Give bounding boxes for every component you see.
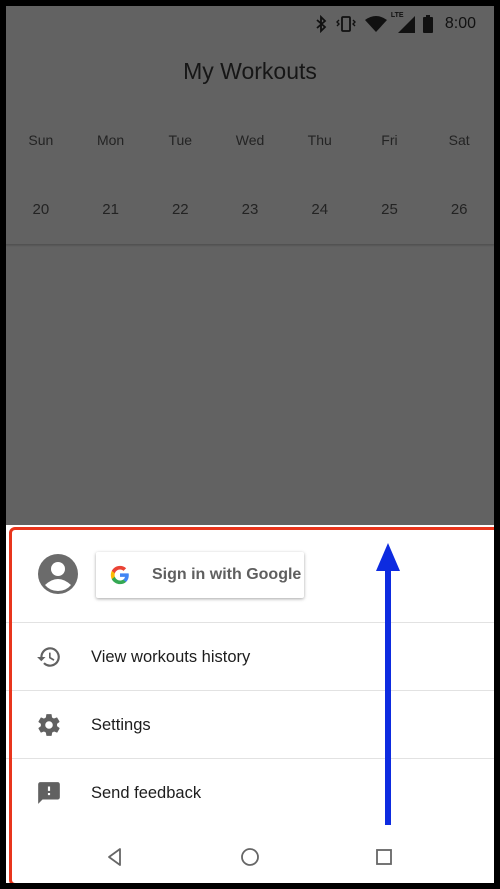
calendar-day[interactable]: 21 [76, 201, 146, 218]
menu-item-settings[interactable]: Settings [6, 690, 494, 759]
calendar-divider [6, 244, 494, 247]
menu-item-label: Settings [91, 715, 151, 734]
google-sign-in-button[interactable]: Sign in with Google [96, 552, 304, 598]
calendar-day[interactable]: 22 [145, 201, 215, 218]
weekday-label: Tue [168, 132, 193, 148]
menu-item-label: View workouts history [91, 647, 251, 666]
home-icon[interactable] [239, 846, 261, 868]
weekday-header: Sun Mon Tue Wed Thu Fri Sat [6, 132, 494, 148]
vibrate-icon [335, 16, 356, 32]
google-logo-icon [110, 565, 129, 585]
week-dates: 20 21 22 23 24 25 26 [6, 201, 494, 218]
swipe-up-arrow-icon [376, 543, 400, 825]
feedback-icon [38, 782, 60, 804]
bluetooth-icon [316, 15, 327, 33]
history-icon [37, 647, 60, 667]
status-icons: LTE 8:00 [315, 12, 476, 34]
clock: 8:00 [444, 15, 476, 32]
status-bar: LTE 8:00 [6, 6, 494, 42]
weekday-label: Mon [96, 132, 125, 148]
calendar-day[interactable]: 26 [424, 201, 494, 218]
bottom-sheet: Sign in with Google View workouts histor… [6, 525, 494, 883]
calendar-day[interactable]: 20 [6, 201, 76, 218]
cell-signal-icon: LTE [391, 12, 415, 33]
phone-screen: LTE 8:00 My Workouts Sun Mon Tue Wed Thu… [6, 6, 494, 883]
recents-icon[interactable] [373, 846, 395, 868]
menu-item-label: Send feedback [91, 783, 202, 802]
wifi-icon [364, 16, 387, 32]
calendar-day[interactable]: 24 [285, 201, 355, 218]
page-title: My Workouts [183, 58, 317, 84]
calendar-day[interactable]: 25 [355, 201, 425, 218]
weekday-label: Sat [448, 132, 470, 148]
menu-item-send-feedback[interactable]: Send feedback [6, 758, 494, 827]
account-row: Sign in with Google [6, 525, 494, 623]
network-type-label: LTE [390, 12, 404, 19]
sign-in-label: Sign in with Google [152, 566, 302, 583]
weekday-label: Sun [28, 132, 54, 148]
gear-icon [38, 714, 60, 736]
weekday-label: Thu [307, 132, 332, 148]
menu-item-view-history[interactable]: View workouts history [6, 622, 494, 691]
avatar-icon[interactable] [38, 554, 78, 594]
battery-icon [422, 15, 433, 33]
weekday-label: Wed [235, 132, 265, 148]
calendar-day[interactable]: 23 [215, 201, 285, 218]
back-icon[interactable] [104, 846, 126, 868]
system-nav-bar [6, 833, 494, 883]
weekday-label: Fri [381, 132, 398, 148]
